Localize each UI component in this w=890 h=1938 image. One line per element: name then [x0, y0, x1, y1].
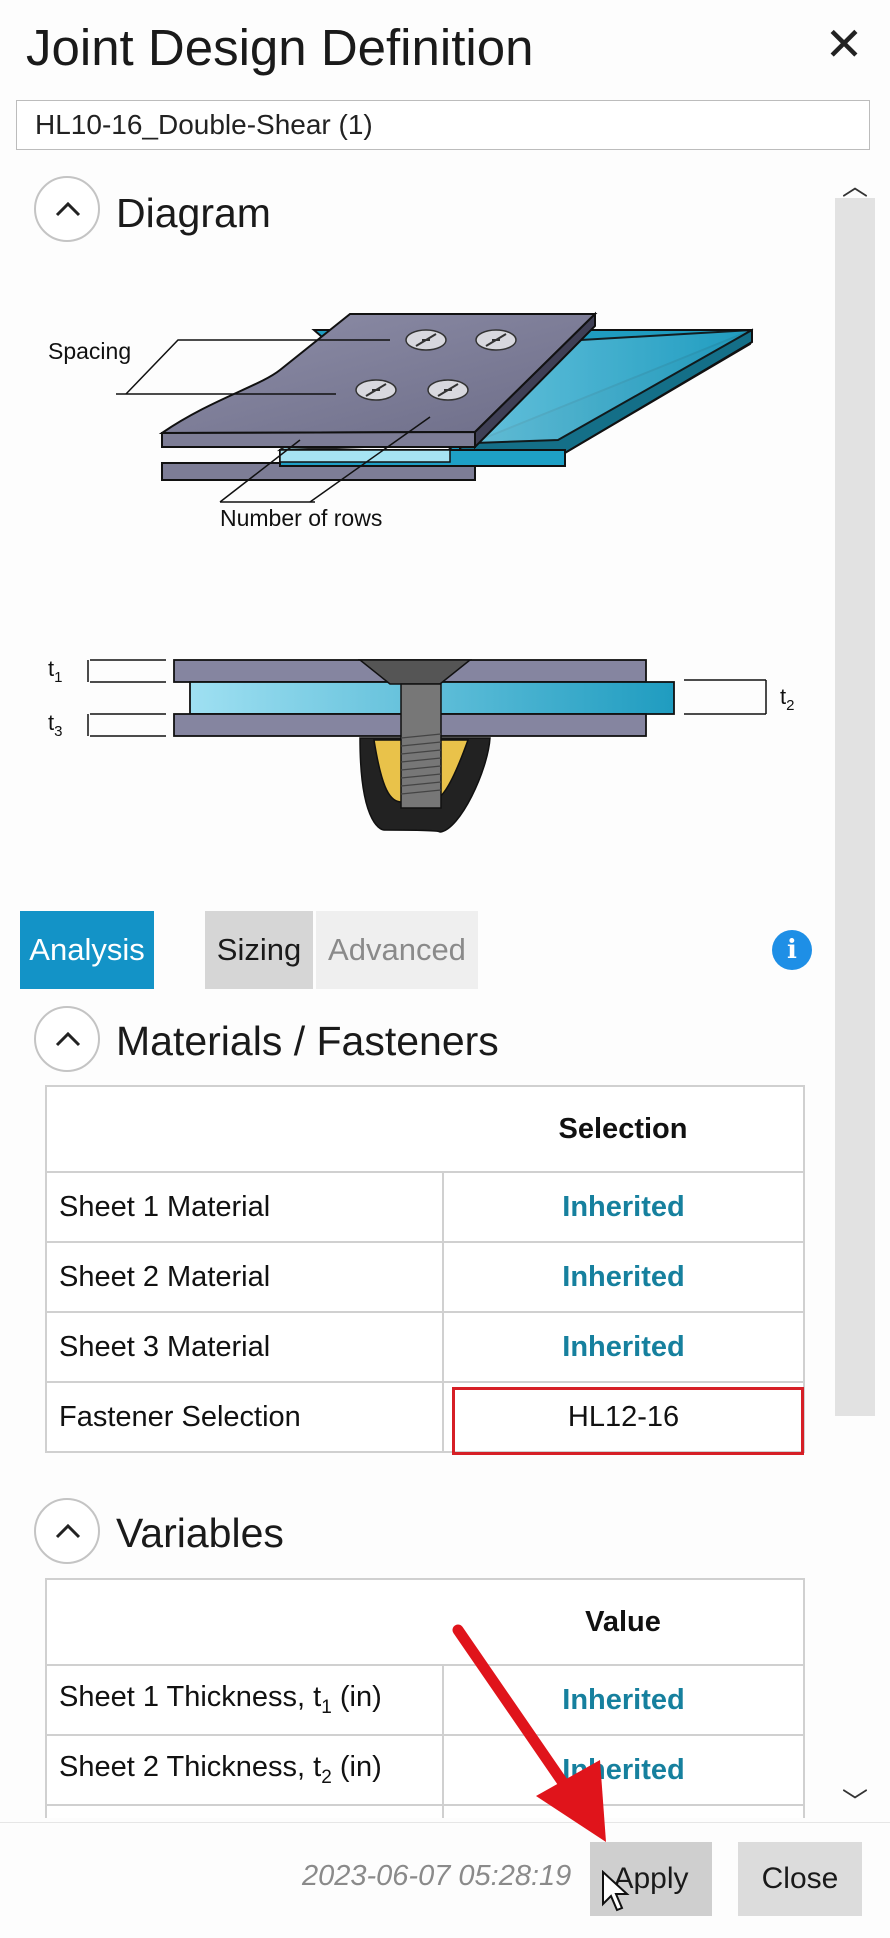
variables-table: Value Sheet 1 Thickness, t1 (in) Inherit… — [45, 1578, 805, 1818]
fastener-selection-label: Fastener Selection — [45, 1381, 444, 1453]
table-header-row: Value — [45, 1578, 805, 1666]
svg-text:t2: t2 — [780, 684, 794, 714]
chevron-up-icon — [55, 201, 81, 217]
t3-sub-label: 3 — [54, 723, 62, 740]
sheet2-thickness-label: Sheet 2 Thickness, t2 (in) — [45, 1734, 444, 1806]
joint-diagram-image: Spacing Number of rows t1 t3 t2 — [48, 311, 794, 833]
collapse-diagram-button[interactable] — [34, 176, 100, 242]
scrollbar-track[interactable] — [835, 198, 875, 1416]
table-row: Sheet 1 Material Inherited — [45, 1171, 805, 1243]
table-row: Sheet 2 Material Inherited — [45, 1241, 805, 1313]
table-header-row: Selection — [45, 1085, 805, 1173]
dialog-title: Joint Design Definition — [26, 19, 534, 76]
table-header-empty — [45, 1085, 443, 1173]
t2-sub-label: 2 — [786, 697, 794, 714]
tab-advanced[interactable]: Advanced — [316, 911, 478, 989]
variables-title: Variables — [116, 1510, 284, 1556]
svg-text:t1: t1 — [48, 656, 62, 686]
mouse-cursor-icon — [602, 1870, 630, 1912]
design-name-input[interactable] — [16, 100, 870, 150]
timestamp: 2023-06-07 05:28:19 — [302, 1860, 572, 1892]
table-header-empty — [45, 1578, 443, 1666]
collapse-variables-button[interactable] — [34, 1498, 100, 1564]
chevron-up-icon — [55, 1523, 81, 1539]
table-row: Sheet 3 Material Inherited — [45, 1311, 805, 1383]
scroll-up-icon[interactable]: ︿ — [835, 166, 875, 201]
chevron-up-icon — [55, 1031, 81, 1047]
fastener-highlight-box — [452, 1387, 804, 1455]
sheet2-material-value[interactable]: Inherited — [442, 1241, 805, 1313]
selection-header: Selection — [443, 1085, 805, 1173]
close-button[interactable]: Close — [738, 1842, 862, 1916]
close-icon[interactable]: ✕ — [822, 21, 866, 67]
diagram-title: Diagram — [116, 190, 271, 236]
table-row: Sheet 1 Thickness, t1 (in) Inherited — [45, 1664, 805, 1736]
spacing-label: Spacing — [48, 338, 131, 364]
sheet1-material-value[interactable]: Inherited — [442, 1171, 805, 1243]
collapse-materials-button[interactable] — [34, 1006, 100, 1072]
sheet1-material-label: Sheet 1 Material — [45, 1171, 444, 1243]
table-row-partial — [45, 1804, 444, 1818]
tab-sizing[interactable]: Sizing — [205, 911, 313, 989]
tab-analysis[interactable]: Analysis — [20, 911, 154, 989]
sheet2-material-label: Sheet 2 Material — [45, 1241, 444, 1313]
annotation-arrow-icon — [452, 1624, 606, 1842]
table-row: Sheet 2 Thickness, t2 (in) Inherited — [45, 1734, 805, 1806]
variables-table-viewport: Value Sheet 1 Thickness, t1 (in) Inherit… — [45, 1578, 807, 1818]
svg-text:t3: t3 — [48, 710, 62, 740]
sheet3-material-value[interactable]: Inherited — [442, 1311, 805, 1383]
rows-label: Number of rows — [220, 505, 382, 531]
t1-sub-label: 1 — [54, 669, 62, 686]
info-icon[interactable]: i — [772, 930, 812, 970]
sheet3-material-label: Sheet 3 Material — [45, 1311, 444, 1383]
materials-title: Materials / Fasteners — [116, 1018, 499, 1064]
table-row — [45, 1804, 805, 1818]
sheet1-thickness-label: Sheet 1 Thickness, t1 (in) — [45, 1664, 444, 1736]
scroll-down-icon[interactable]: ﹀ — [835, 1782, 875, 1817]
